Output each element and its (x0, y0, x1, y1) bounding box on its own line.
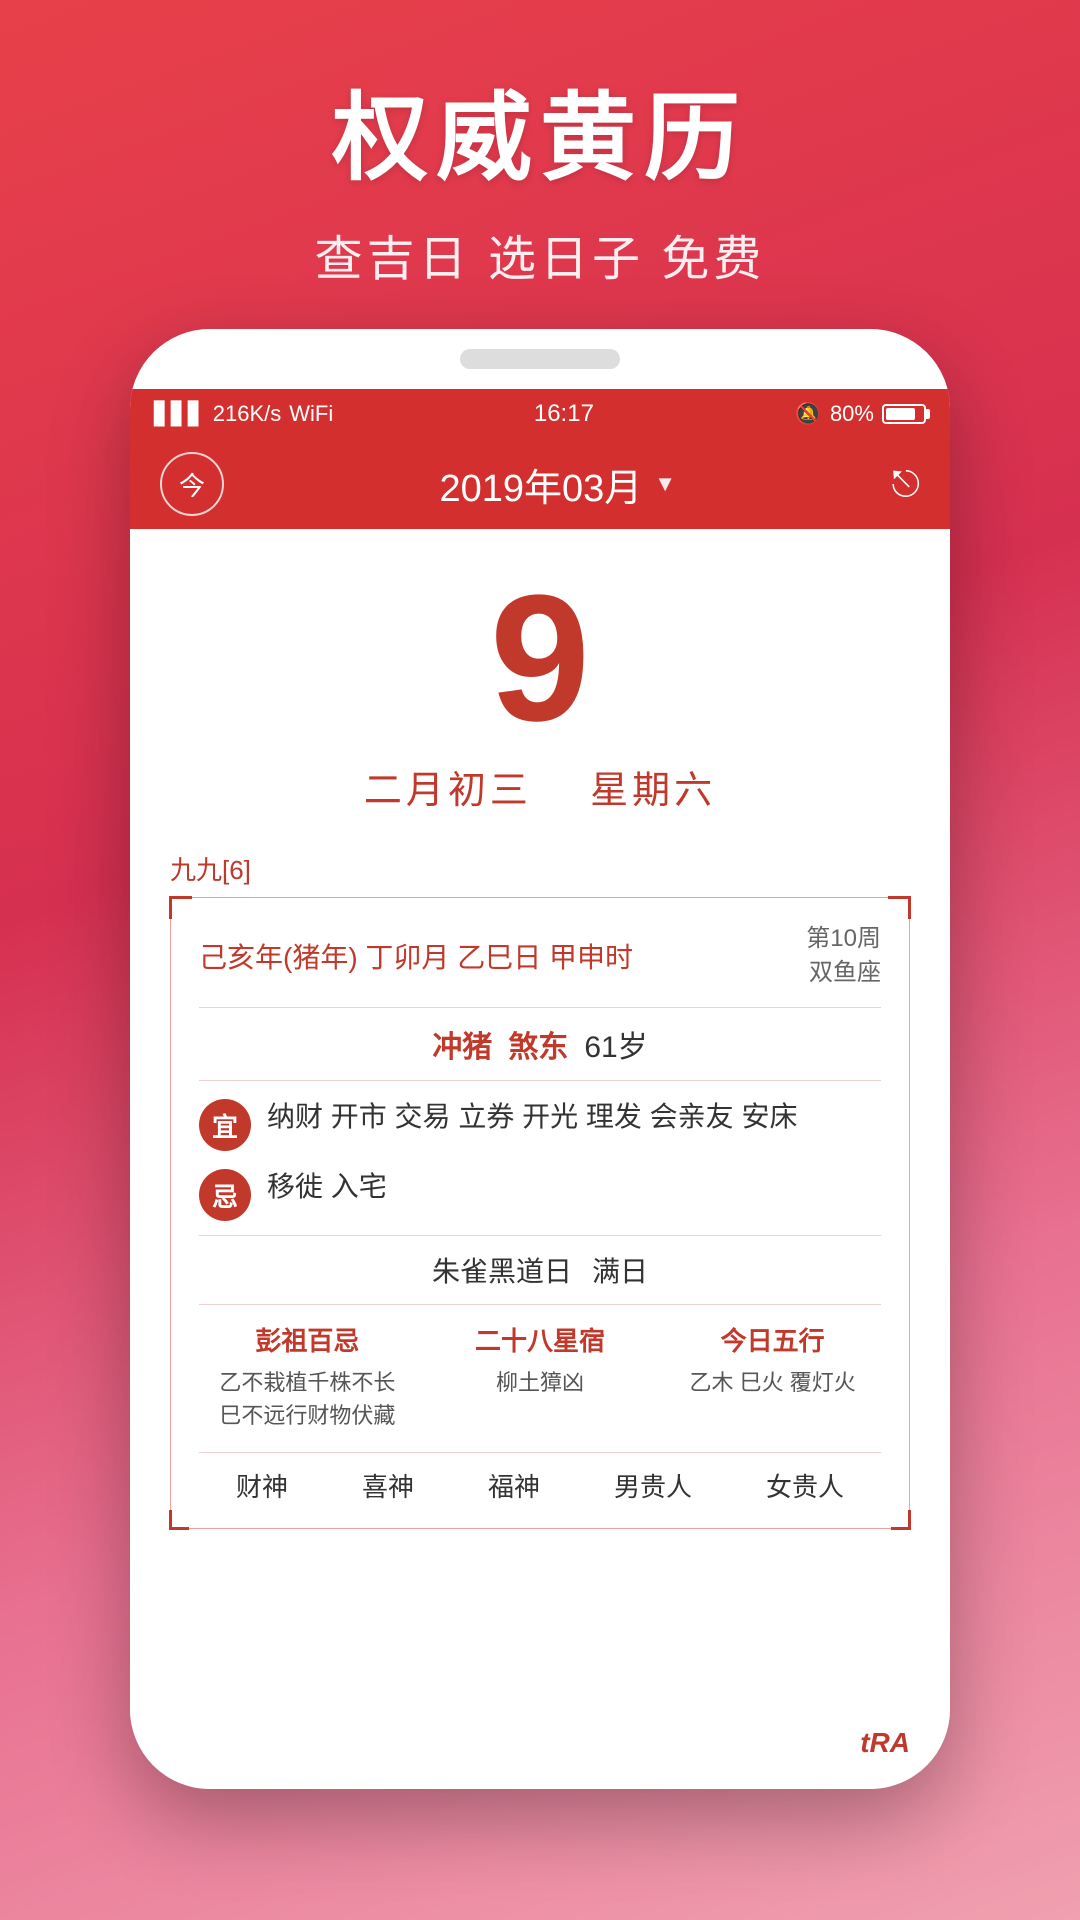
shen-xisheng: 喜神 (362, 1467, 414, 1504)
zhuri-2: 满日 (592, 1250, 648, 1290)
ji-content: 移徙 入宅 (267, 1165, 881, 1210)
wuxing-item: 今日五行 乙木 巳火 覆灯火 (664, 1321, 881, 1432)
promo-title: 权威黄历 (332, 60, 748, 199)
lunar-info: 二月初三 星期六 (364, 759, 716, 814)
yi-row: 宜 纳财 开市 交易 立券 开光 理发 会亲友 安床 (199, 1095, 881, 1151)
app-header: 今 2019年03月 ▼ ⎋ (130, 439, 950, 529)
ershiba-item: 二十八星宿 柳土獐凶 (432, 1321, 649, 1432)
status-time: 16:17 (534, 400, 594, 428)
zhuri-1: 朱雀黑道日 (432, 1250, 572, 1290)
shen-nanguiren: 男贵人 (614, 1467, 692, 1504)
pengzu-item: 彭祖百忌 乙不栽植千株不长 巳不远行财物伏藏 (199, 1321, 416, 1432)
jiuji-label: 九九[6] (170, 850, 910, 887)
watermark: tRA (860, 1727, 910, 1759)
divider-3 (199, 1235, 881, 1236)
pengzu-line1: 乙不栽植千株不长 (219, 1366, 395, 1399)
pengzu-title: 彭祖百忌 (255, 1321, 359, 1358)
speed-text: 216K/s (213, 401, 282, 427)
ganzhi-row: 己亥年(猪年) 丁卯月 乙巳日 甲申时 第10周 双鱼座 (199, 922, 881, 989)
battery-tip (926, 409, 930, 419)
share-icon[interactable]: ⎋ (892, 463, 920, 506)
chong-row: 冲猪 煞东 61岁 (199, 1022, 881, 1066)
ji-row: 忌 移徙 入宅 (199, 1165, 881, 1221)
shen-row: 财神 喜神 福神 男贵人 女贵人 (199, 1452, 881, 1504)
divider-4 (199, 1304, 881, 1305)
detail-card: 己亥年(猪年) 丁卯月 乙巳日 甲申时 第10周 双鱼座 冲猪 煞东 61岁 (170, 897, 910, 1529)
weekday: 星期六 (590, 770, 716, 812)
phone-bezel (130, 329, 950, 389)
shen-nvguiren: 女贵人 (766, 1467, 844, 1504)
promo-section: 权威黄历 查吉日 选日子 免费 (0, 0, 1080, 329)
status-left: ▋▋▋ 216K/s WiFi (154, 401, 333, 427)
battery-text: 80% (830, 401, 874, 427)
status-bar: ▋▋▋ 216K/s WiFi 16:17 🔕 80% (130, 389, 950, 439)
corner-br-decoration (891, 1510, 911, 1530)
detail-section: 九九[6] 己亥年(猪年) 丁卯月 乙巳日 甲申时 第10周 双鱼座 冲猪 煞东 (170, 850, 910, 1529)
ershiba-title: 二十八星宿 (475, 1321, 605, 1358)
dropdown-arrow-icon: ▼ (654, 471, 676, 497)
pengzu-desc: 乙不栽植千株不长 巳不远行财物伏藏 (219, 1366, 395, 1432)
phone-frame: ▋▋▋ 216K/s WiFi 16:17 🔕 80% 今 2019年03月 ▼… (130, 329, 950, 1789)
today-label: 今 (179, 466, 205, 503)
big-date: 9 (490, 569, 590, 749)
wuxing-title: 今日五行 (721, 1321, 825, 1358)
date-display: 9 二月初三 星期六 (364, 529, 716, 834)
shen-caisheng: 财神 (236, 1467, 288, 1504)
divider-1 (199, 1007, 881, 1008)
ershiba-content: 柳土獐凶 (496, 1366, 584, 1399)
battery-fill (886, 408, 915, 420)
pengzu-line2: 巳不远行财物伏藏 (219, 1399, 395, 1432)
month-label: 2019年03月 (439, 457, 642, 512)
yi-badge: 宜 (199, 1099, 251, 1151)
yi-content: 纳财 开市 交易 立券 开光 理发 会亲友 安床 (267, 1095, 881, 1140)
ganzhi-text: 己亥年(猪年) 丁卯月 乙巳日 甲申时 (199, 936, 633, 976)
battery-bar (882, 404, 926, 424)
chong-text: 冲猪 (432, 1022, 492, 1066)
phone-speaker (460, 349, 620, 369)
calendar-content: 9 二月初三 星期六 九九[6] 己亥年(猪年) 丁卯月 乙巳日 甲申时 第10… (130, 529, 950, 1789)
signal-icon: ▋▋▋ (154, 401, 205, 427)
corner-bl-decoration (169, 1510, 189, 1530)
alarm-icon: 🔕 (795, 401, 822, 427)
status-right: 🔕 80% (795, 401, 926, 427)
week-zodiac: 第10周 双鱼座 (806, 922, 881, 989)
sha-text: 煞东 (508, 1022, 568, 1066)
zodiac-label: 双鱼座 (806, 956, 881, 990)
wifi-icon: WiFi (289, 401, 333, 427)
zhuri-row: 朱雀黑道日 满日 (199, 1250, 881, 1290)
today-button[interactable]: 今 (160, 452, 224, 516)
ji-badge: 忌 (199, 1169, 251, 1221)
week-label: 第10周 (806, 922, 881, 956)
wuxing-content: 乙木 巳火 覆灯火 (690, 1366, 856, 1399)
shen-fusheng: 福神 (488, 1467, 540, 1504)
promo-subtitle: 查吉日 选日子 免费 (315, 219, 766, 289)
divider-2 (199, 1080, 881, 1081)
age-text: 61岁 (584, 1022, 647, 1066)
bottom-grid: 彭祖百忌 乙不栽植千株不长 巳不远行财物伏藏 二十八星宿 柳土獐凶 今日五行 乙… (199, 1321, 881, 1432)
month-selector[interactable]: 2019年03月 ▼ (439, 457, 676, 512)
lunar-day: 二月初三 (364, 770, 532, 812)
